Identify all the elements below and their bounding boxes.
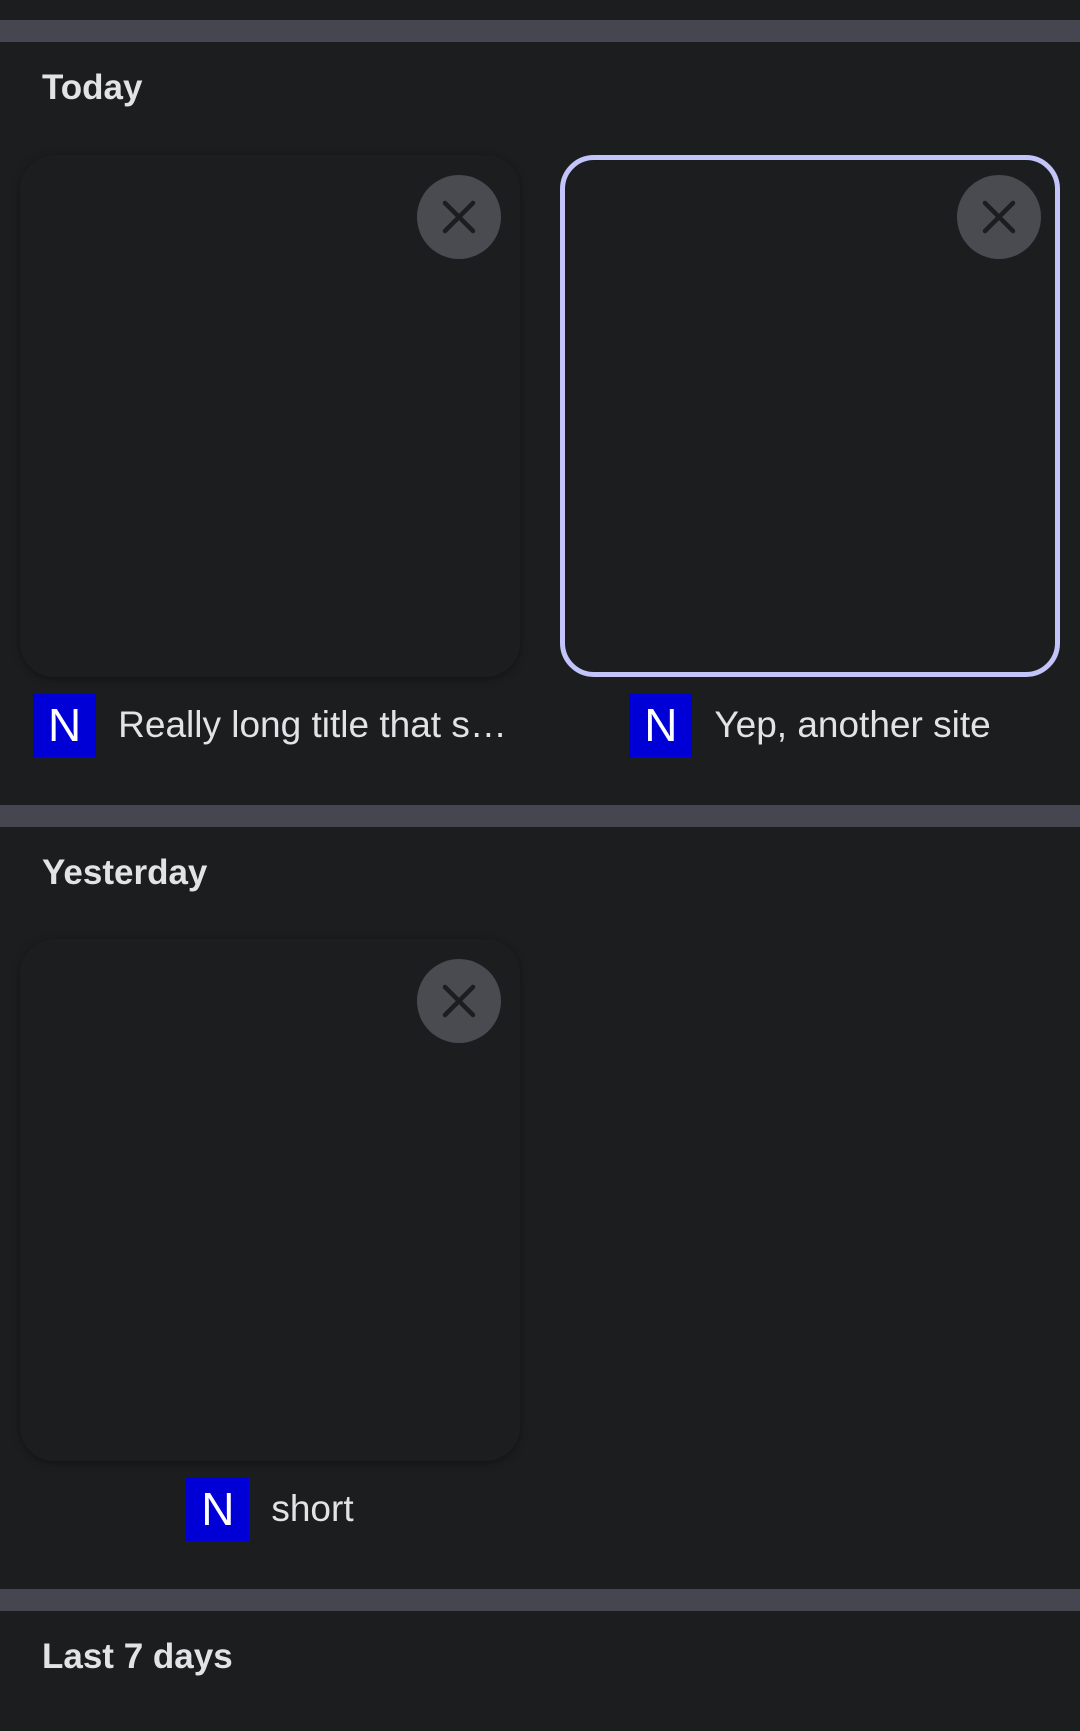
close-icon [982, 200, 1016, 234]
section-divider [0, 1589, 1080, 1611]
site-favicon-icon: N [629, 693, 693, 757]
tab-label: N Really long title that s… [20, 693, 520, 757]
section-divider [0, 805, 1080, 827]
close-tab-button[interactable] [417, 959, 501, 1043]
close-icon [442, 984, 476, 1018]
tab-title: short [271, 1488, 354, 1529]
section-title-yesterday: Yesterday [42, 853, 208, 892]
tab-tile-yep-another-site[interactable]: N Yep, another site [560, 155, 1060, 757]
tab-title: Really long title that s… [118, 704, 507, 745]
site-favicon-icon: N [186, 1477, 250, 1541]
section-title-today: Today [42, 68, 143, 107]
site-favicon-icon: N [33, 693, 97, 757]
close-tab-button[interactable] [957, 175, 1041, 259]
section-title-last-7-days: Last 7 days [42, 1637, 233, 1676]
tab-label: N Yep, another site [560, 693, 1060, 757]
tab-tile-really-long-title[interactable]: N Really long title that s… [20, 155, 520, 757]
close-icon [442, 200, 476, 234]
tab-title: Yep, another site [714, 704, 991, 745]
section-divider [0, 20, 1080, 42]
tab-tile-short[interactable]: N short [20, 939, 520, 1541]
tab-label: N short [20, 1477, 520, 1541]
recent-tabs-grid: Today N Really long title that s… N Yep,… [0, 0, 1080, 1731]
close-tab-button[interactable] [417, 175, 501, 259]
